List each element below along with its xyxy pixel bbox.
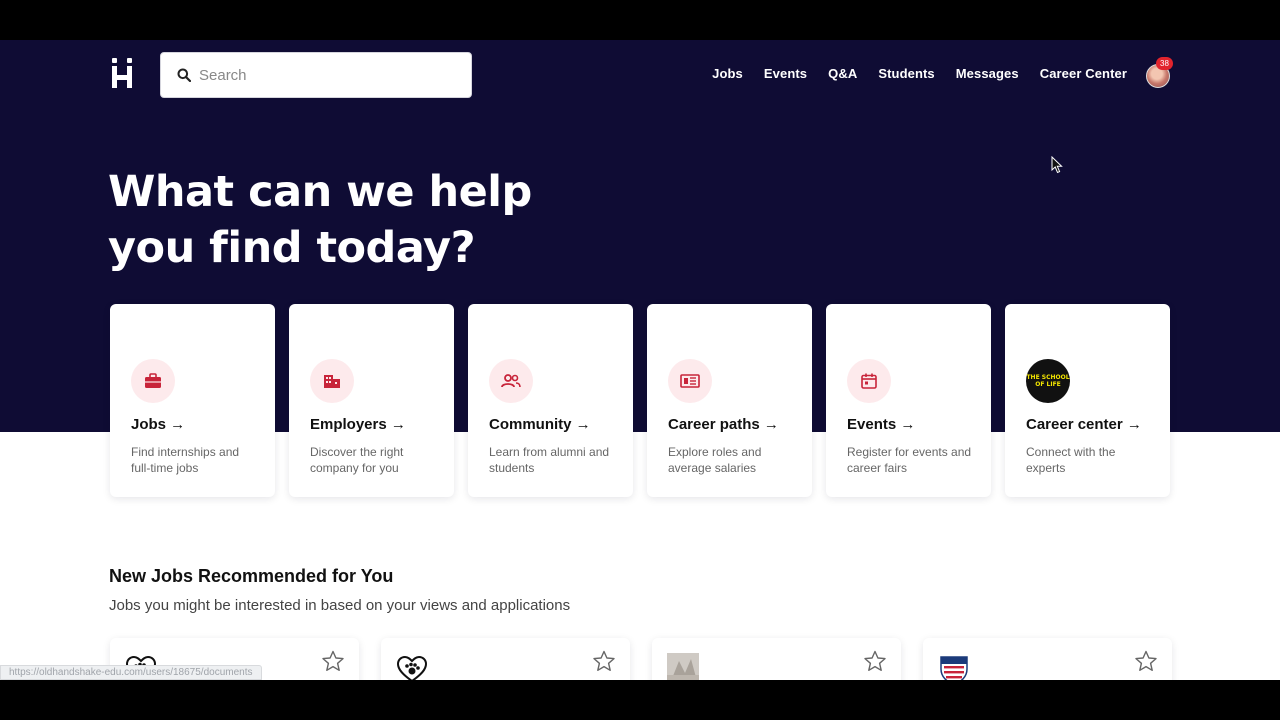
card-icon-circle — [668, 359, 712, 403]
search-box[interactable] — [160, 52, 472, 98]
card-community[interactable]: Community → Learn from alumni and studen… — [468, 304, 633, 497]
handshake-logo-icon[interactable] — [110, 58, 138, 90]
card-employers[interactable]: Employers → Discover the right company f… — [289, 304, 454, 497]
card-description: Register for events and career fairs — [847, 445, 972, 475]
mouse-cursor-icon — [1051, 156, 1063, 174]
card-career-center[interactable]: THE SCHOOL OF LIFE Career center → Conne… — [1005, 304, 1170, 497]
job-card[interactable] — [381, 638, 630, 680]
page-headline: What can we help you find today? — [108, 164, 708, 276]
nav-events[interactable]: Events — [764, 66, 807, 81]
star-icon[interactable] — [1134, 650, 1158, 672]
star-icon[interactable] — [321, 650, 345, 672]
card-title: Jobs → — [131, 416, 186, 433]
calendar-icon — [861, 373, 877, 389]
photo-logo-icon — [666, 652, 700, 680]
job-card[interactable] — [652, 638, 901, 680]
card-icon-circle — [847, 359, 891, 403]
people-icon — [501, 374, 521, 388]
top-nav: Jobs Events Q&A Students Messages Career… — [712, 66, 1127, 81]
job-recommendations — [110, 638, 1172, 680]
star-icon[interactable] — [592, 650, 616, 672]
app-window: Jobs Events Q&A Students Messages Career… — [0, 40, 1280, 680]
card-title: Community → — [489, 416, 591, 433]
shield-logo-icon — [937, 652, 971, 680]
building-icon — [324, 375, 340, 388]
card-title: Career paths → — [668, 416, 779, 433]
card-title: Employers → — [310, 416, 406, 433]
search-icon — [177, 68, 191, 82]
school-of-life-logo: THE SCHOOL OF LIFE — [1026, 359, 1070, 403]
search-input[interactable] — [199, 66, 449, 84]
status-bar-url: https://oldhandshake-edu.com/users/18675… — [0, 665, 262, 680]
card-events[interactable]: Events → Register for events and career … — [826, 304, 991, 497]
card-title: Events → — [847, 416, 916, 433]
card-description: Learn from alumni and students — [489, 445, 610, 475]
section-subtitle: Jobs you might be interested in based on… — [109, 597, 571, 614]
nav-qa[interactable]: Q&A — [828, 66, 857, 81]
briefcase-icon — [145, 373, 161, 388]
headline-line-2: you find today? — [108, 223, 476, 273]
id-card-icon — [680, 374, 700, 388]
notification-badge: 38 — [1156, 57, 1173, 70]
section-title: New Jobs Recommended for You — [109, 566, 394, 586]
school-of-life-logo-text: THE SCHOOL OF LIFE — [1026, 374, 1070, 388]
nav-messages[interactable]: Messages — [956, 66, 1019, 81]
job-card[interactable] — [923, 638, 1172, 680]
card-description: Discover the right company for you — [310, 445, 404, 475]
card-description: Explore roles and average salaries — [668, 445, 762, 475]
card-icon-circle — [310, 359, 354, 403]
card-icon-circle — [131, 359, 175, 403]
card-title: Career center → — [1026, 416, 1142, 433]
headline-line-1: What can we help — [108, 167, 532, 217]
nav-students[interactable]: Students — [878, 66, 934, 81]
nav-career-center[interactable]: Career Center — [1040, 66, 1127, 81]
star-icon[interactable] — [863, 650, 887, 672]
card-description: Find internships and full-time jobs — [131, 445, 240, 475]
card-description: Connect with the experts — [1026, 445, 1116, 475]
paw-heart-logo-icon — [395, 652, 429, 680]
card-jobs[interactable]: Jobs → Find internships and full-time jo… — [110, 304, 275, 497]
category-cards: Jobs → Find internships and full-time jo… — [110, 304, 1170, 497]
card-career-paths[interactable]: Career paths → Explore roles and average… — [647, 304, 812, 497]
card-icon-circle — [489, 359, 533, 403]
nav-jobs[interactable]: Jobs — [712, 66, 743, 81]
